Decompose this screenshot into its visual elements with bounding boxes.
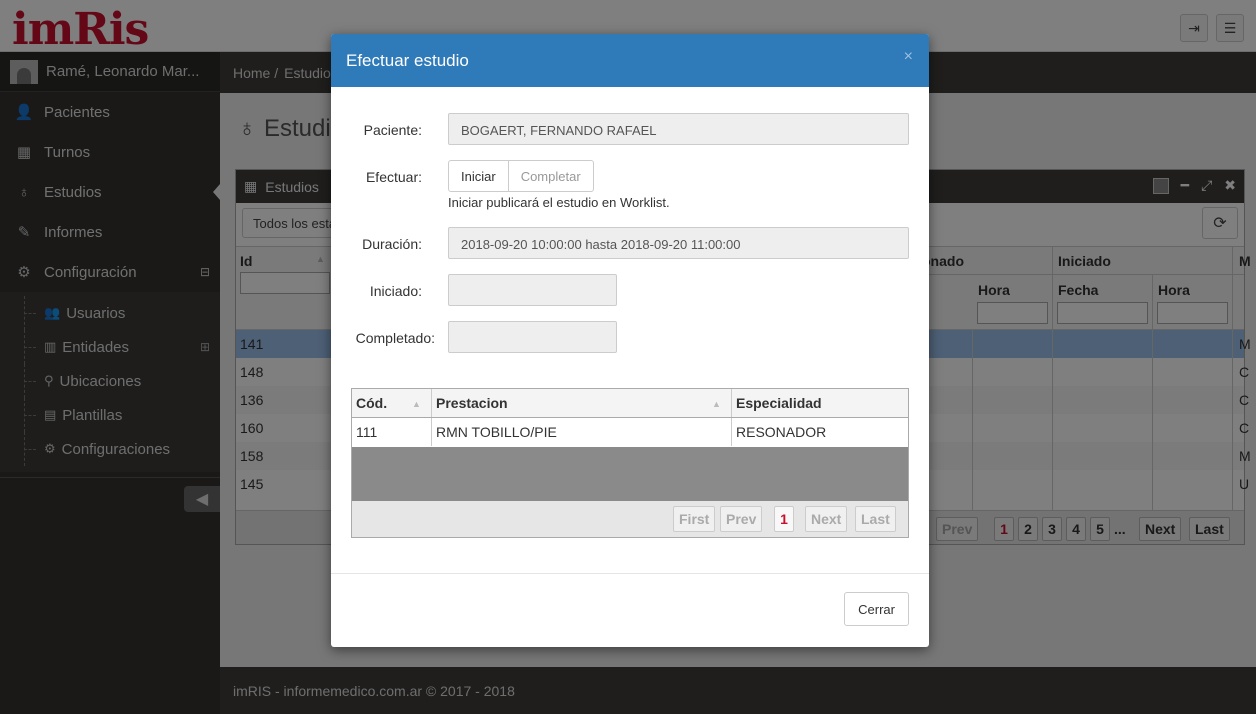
table-empty-area	[352, 447, 908, 501]
pager-last-button[interactable]: Last	[855, 506, 896, 532]
sort-icon[interactable]: ▲	[412, 399, 421, 409]
completado-field	[448, 321, 617, 353]
efectuar-button-group: Iniciar Completar	[448, 160, 594, 192]
pager-first-button[interactable]: First	[673, 506, 716, 532]
completar-button[interactable]: Completar	[508, 160, 594, 192]
cell-especialidad[interactable]: RESONADOR	[732, 418, 908, 446]
column-header-cod[interactable]: Cód. ▲	[352, 389, 432, 417]
paciente-field: BOGAERT, FERNANDO RAFAEL	[448, 113, 909, 145]
prestaciones-table: Cód. ▲ Prestacion ▲ Especialidad 111 RMN T…	[351, 388, 909, 538]
pager-prev-button[interactable]: Prev	[720, 506, 763, 532]
pager-next-button[interactable]: Next	[805, 506, 848, 532]
duracion-label: Duración:	[362, 236, 422, 252]
modal-footer-divider	[331, 573, 929, 574]
modal-header: Efectuar estudio ×	[331, 34, 929, 87]
header-text: Prestacion	[436, 395, 508, 411]
modal-title: Efectuar estudio	[346, 50, 469, 70]
paciente-label: Paciente:	[363, 122, 422, 138]
duracion-field: 2018-09-20 10:00:00 hasta 2018-09-20 11:…	[448, 227, 909, 259]
completado-label: Completado:	[355, 330, 435, 346]
efectuar-hint: Iniciar publicará el estudio en Worklist…	[448, 195, 670, 210]
efectuar-label: Efectuar:	[365, 169, 422, 185]
iniciado-field	[448, 274, 617, 306]
cerrar-button[interactable]: Cerrar	[844, 592, 909, 626]
header-text: Cód.	[356, 395, 388, 411]
iniciado-label: Iniciado:	[369, 283, 422, 299]
iniciar-button[interactable]: Iniciar	[448, 160, 509, 192]
column-header-especialidad[interactable]: Especialidad	[732, 389, 908, 417]
cell-prestacion[interactable]: RMN TOBILLO/PIE	[432, 418, 732, 446]
close-icon[interactable]: ×	[904, 48, 913, 66]
efectuar-estudio-modal: Efectuar estudio × Paciente: BOGAERT, FE…	[331, 34, 929, 647]
cell-cod[interactable]: 111	[352, 418, 432, 446]
pager-page-1[interactable]: 1	[774, 506, 794, 532]
column-header-prestacion[interactable]: Prestacion ▲	[432, 389, 732, 417]
sort-icon[interactable]: ▲	[712, 399, 721, 409]
